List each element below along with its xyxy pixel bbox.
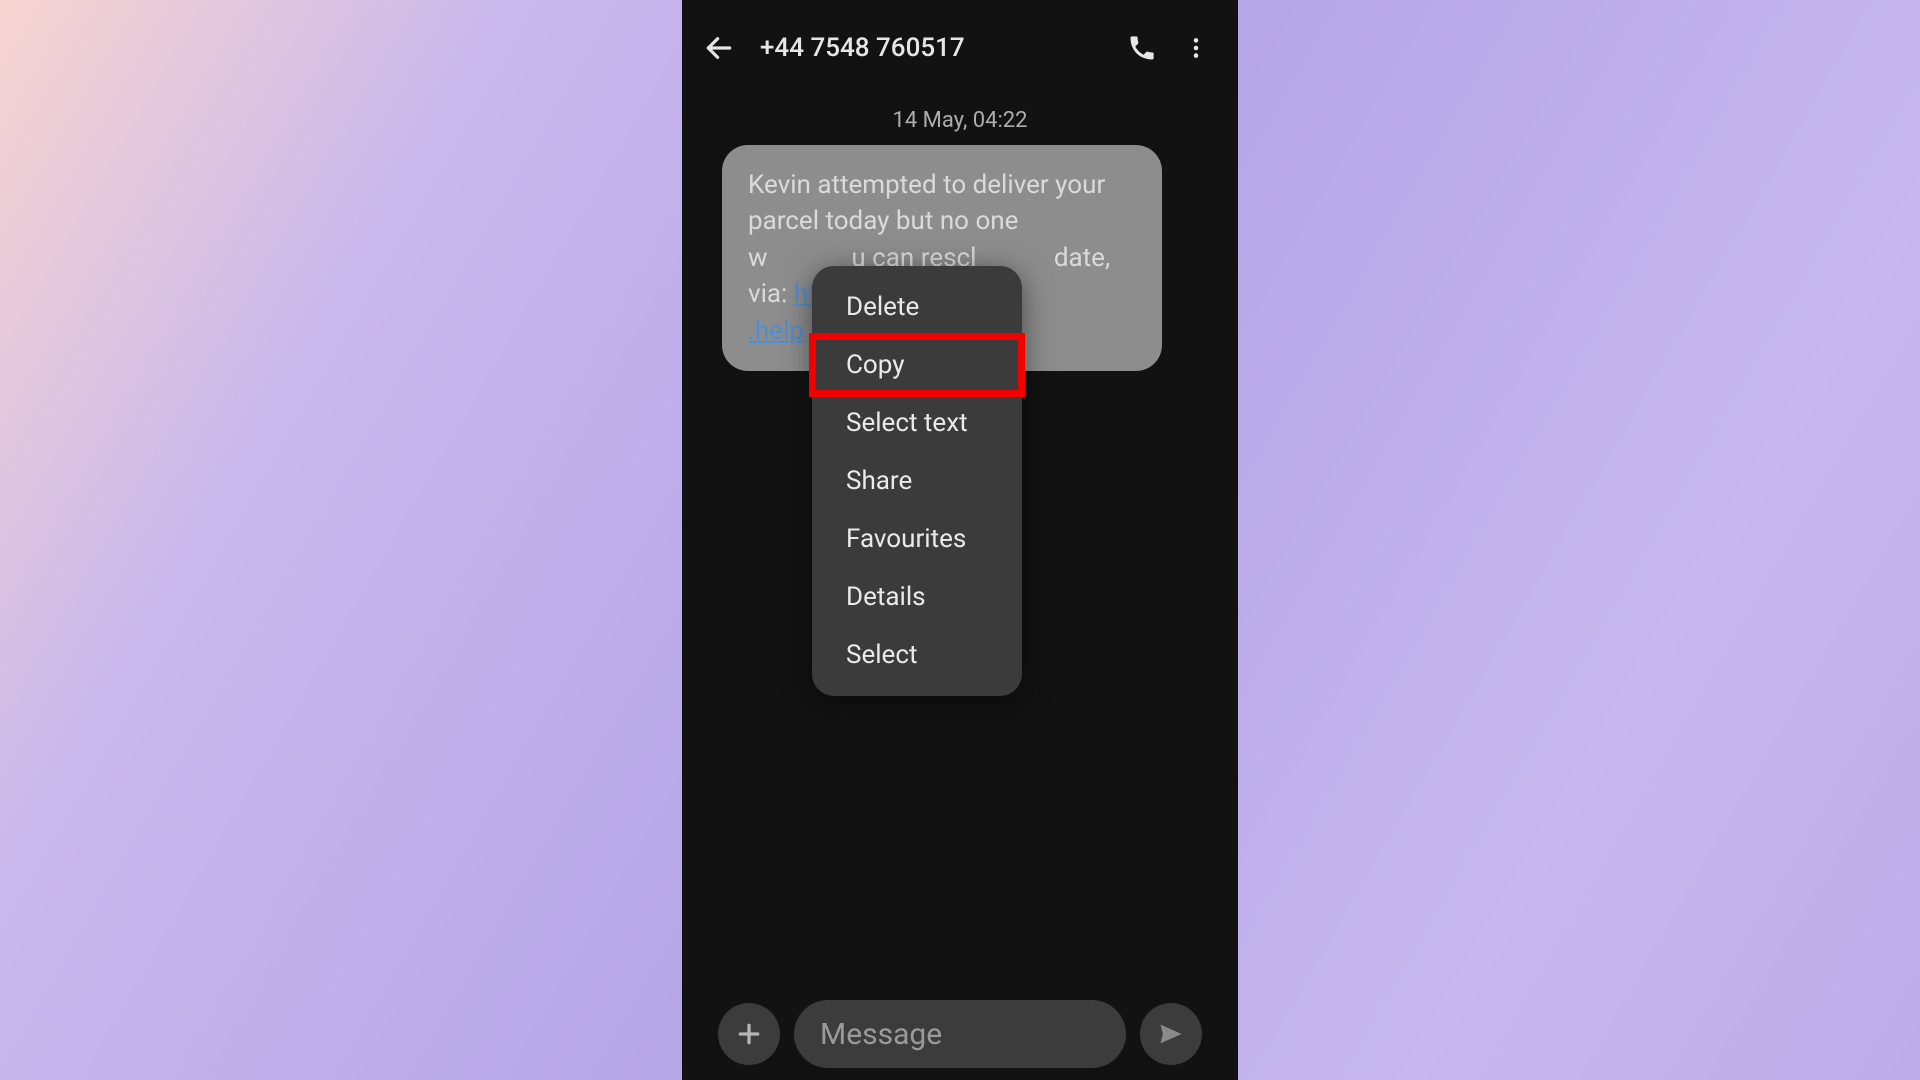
context-menu-item-details[interactable]: Details [812,568,1022,626]
contact-title[interactable]: +44 7548 760517 [760,33,965,63]
context-menu: Delete Copy Select text Share Favourites… [812,266,1022,696]
context-menu-item-select[interactable]: Select [812,626,1022,684]
back-icon[interactable] [702,31,736,65]
message-input-placeholder: Message [820,1017,942,1052]
date-stamp: 14 May, 04:22 [682,108,1238,133]
context-menu-item-share[interactable]: Share [812,452,1022,510]
more-options-icon[interactable] [1174,26,1218,70]
context-menu-item-select-text[interactable]: Select text [812,394,1022,452]
message-input[interactable]: Message [794,1000,1126,1068]
phone-screen: +44 7548 760517 14 May, 04:22 Kevin atte… [682,0,1238,1080]
attach-button[interactable] [718,1003,780,1065]
conversation-header: +44 7548 760517 [682,0,1238,96]
composer-row: Message [682,1000,1238,1074]
context-menu-item-favourites[interactable]: Favourites [812,510,1022,568]
context-menu-item-delete[interactable]: Delete [812,278,1022,336]
send-button[interactable] [1140,1003,1202,1065]
call-icon[interactable] [1120,26,1164,70]
context-menu-item-copy[interactable]: Copy [812,336,1022,394]
